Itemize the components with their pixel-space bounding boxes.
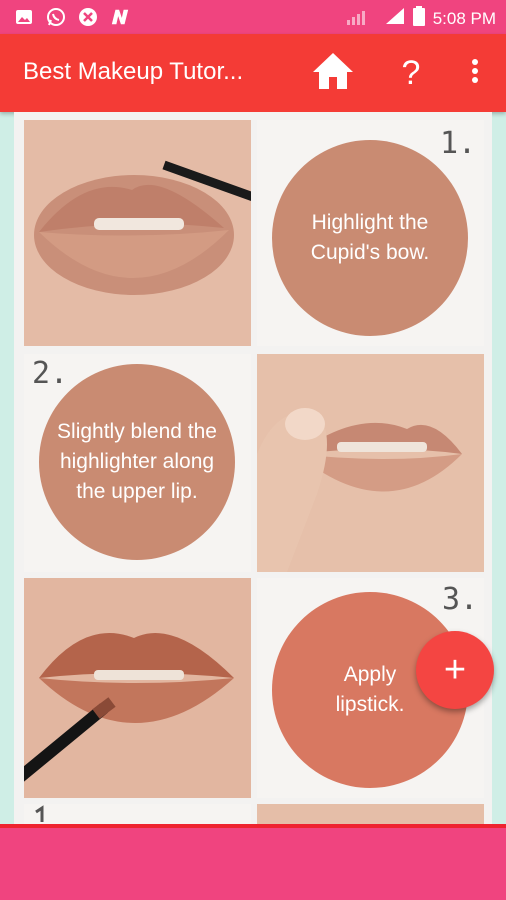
step-1-panel: Highlight the Cupid's bow. 1. (257, 120, 484, 346)
step-3-text: Apply lipstick. (335, 663, 405, 716)
whatsapp-icon (46, 7, 66, 27)
step-4-panel (24, 804, 251, 824)
lips-photo-1 (24, 120, 251, 346)
bottom-banner (0, 824, 506, 900)
overflow-menu-icon (471, 58, 479, 89)
overflow-menu-button[interactable] (458, 48, 492, 98)
n-icon (110, 7, 130, 27)
signal-icon (346, 7, 377, 30)
clock-text: 5:08 PM (432, 8, 496, 28)
step-1-number: 1. (440, 126, 477, 161)
image-icon (14, 7, 34, 27)
page-title: Best Makeup Tutor... (23, 58, 244, 85)
status-bar: 5:08 PM (0, 0, 506, 34)
notification-icons (14, 7, 130, 27)
home-icon (311, 51, 355, 96)
step-2-panel: Slightly blend the highlighter along the… (24, 354, 251, 572)
app-bar: Best Makeup Tutor... ? (0, 34, 506, 112)
step-2-circle: Slightly blend the highlighter along the… (39, 364, 235, 560)
app-icon (78, 7, 98, 27)
step-2-text: Slightly blend the highlighter along the… (57, 420, 217, 503)
step-1-text: Highlight the Cupid's bow. (310, 211, 430, 264)
step-1-circle: Highlight the Cupid's bow. (272, 140, 468, 336)
plus-icon: + (443, 648, 467, 691)
lips-photo-3 (24, 578, 251, 798)
lips-photo-4 (257, 804, 484, 824)
lips-photo-2 (257, 354, 484, 572)
battery-icon (412, 6, 425, 31)
help-icon: ? (401, 53, 421, 92)
signal-full-icon (385, 7, 405, 30)
system-status: 5:08 PM (346, 6, 496, 31)
home-button[interactable] (306, 48, 360, 98)
help-button[interactable]: ? (389, 48, 433, 98)
tutorial-image: Highlight the Cupid's bow. 1. Slightly b… (14, 112, 492, 824)
add-button[interactable]: + (416, 631, 494, 709)
step-3-number: 3. (442, 582, 479, 617)
step-2-number: 2. (32, 356, 69, 391)
